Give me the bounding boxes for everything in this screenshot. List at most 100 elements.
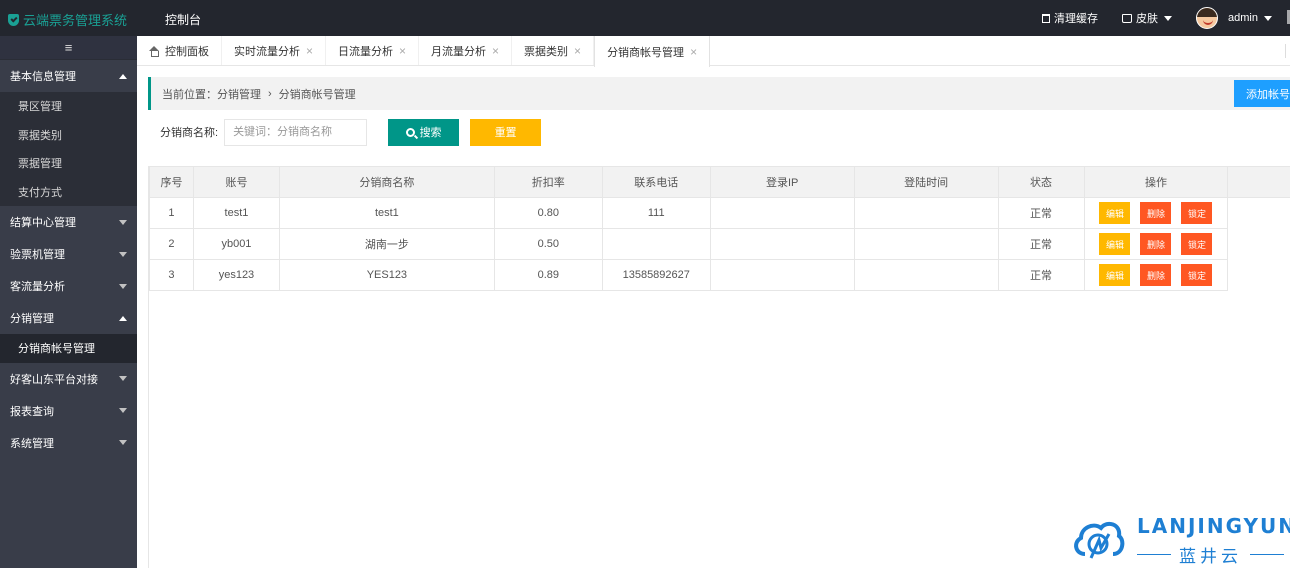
tab-label: 日流量分析	[338, 45, 394, 58]
lock-button[interactable]: 锁定	[1181, 202, 1213, 224]
username: admin	[1228, 12, 1258, 24]
distributor-table: 序号 账号 分销商名称 折扣率 联系电话 登录IP 登陆时间 状态 操作 1 t…	[149, 166, 1290, 291]
column-header: 登陆时间	[853, 166, 999, 198]
chevron-down-icon	[1264, 15, 1272, 21]
divider	[1250, 554, 1284, 555]
sidebar-item-distributor-accounts[interactable]: 分销商帐号管理	[0, 334, 137, 363]
user-menu[interactable]: admin	[1196, 7, 1272, 29]
cell-phone: 111	[601, 197, 711, 229]
sidebar-group-system[interactable]: 系统管理	[0, 427, 137, 459]
tab-daily-flow[interactable]: 日流量分析 ×	[326, 36, 420, 65]
sidebar-group-label: 好客山东平台对接	[10, 373, 98, 386]
lock-button[interactable]: 锁定	[1181, 233, 1213, 255]
tab-distributor-accounts[interactable]: 分销商帐号管理 ×	[594, 36, 711, 67]
sidebar-group-distribution[interactable]: 分销管理	[0, 302, 137, 334]
tab-label: 票据类别	[524, 45, 569, 58]
sidebar-group-basic-info[interactable]: 基本信息管理	[0, 60, 137, 92]
top-bar: 云端票务管理系统 控制台 清理缓存 皮肤 admin	[0, 0, 1290, 36]
edit-button[interactable]: 编辑	[1099, 233, 1131, 255]
chevron-up-icon	[119, 315, 127, 321]
column-header: 联系电话	[601, 166, 711, 198]
close-icon[interactable]: ×	[690, 45, 697, 59]
sidebar-item-payment[interactable]: 支付方式	[0, 177, 137, 206]
close-icon[interactable]: ×	[574, 44, 581, 58]
sidebar-group-reports[interactable]: 报表查询	[0, 395, 137, 427]
edit-button[interactable]: 编辑	[1099, 264, 1131, 286]
cell-status: 正常	[997, 197, 1085, 229]
tab-label: 分销商帐号管理	[607, 46, 685, 59]
column-header: 状态	[997, 166, 1085, 198]
table-row: 2 yb001 湖南一步 0.50 正常 编辑 删除 锁定	[149, 228, 1290, 260]
cell-discount: 0.80	[493, 197, 603, 229]
chevron-down-icon	[119, 408, 127, 413]
table-row: 1 test1 test1 0.80 111 正常 编辑 删除 锁定	[149, 197, 1290, 229]
cell-spacer	[1228, 229, 1290, 260]
sidebar-toggle[interactable]: ≡	[0, 36, 137, 60]
column-header: 序号	[149, 166, 194, 198]
skin-menu[interactable]: 皮肤	[1122, 10, 1173, 26]
delete-button[interactable]: 删除	[1140, 264, 1172, 286]
skin-label: 皮肤	[1136, 13, 1159, 25]
breadcrumb-parent[interactable]: 分销管理	[217, 86, 261, 102]
tab-label: 月流量分析	[431, 45, 487, 58]
tab-bar: 控制面板 实时流量分析 × 日流量分析 × 月流量分析 × 票据类别 × 分销商…	[137, 36, 1290, 67]
cell-discount: 0.89	[493, 259, 603, 291]
tab-realtime-flow[interactable]: 实时流量分析 ×	[222, 36, 327, 65]
cell-login-time	[853, 197, 999, 229]
sidebar-group-flow-analysis[interactable]: 客流量分析	[0, 270, 137, 302]
cell-actions: 编辑 删除 锁定	[1083, 259, 1229, 291]
sidebar-group-settlement[interactable]: 结算中心管理	[0, 206, 137, 238]
cell-no: 1	[149, 197, 194, 229]
shirt-icon	[1122, 13, 1133, 23]
cell-no: 2	[149, 228, 194, 260]
table-container: 序号 账号 分销商名称 折扣率 联系电话 登录IP 登陆时间 状态 操作 1 t…	[148, 166, 1290, 568]
delete-button[interactable]: 删除	[1140, 202, 1172, 224]
tab-monthly-flow[interactable]: 月流量分析 ×	[419, 36, 513, 65]
sidebar-item-ticket-category[interactable]: 票据类别	[0, 120, 137, 149]
sidebar-group-label: 客流量分析	[10, 281, 65, 293]
cell-login-time	[853, 259, 999, 291]
clear-cache-button[interactable]: 清理缓存	[1042, 10, 1098, 26]
home-icon	[149, 45, 159, 57]
sidebar-item-scenic[interactable]: 景区管理	[0, 92, 137, 121]
column-header: 折扣率	[493, 166, 603, 198]
search-form: 分销商名称: 搜索 重置	[160, 118, 542, 146]
close-icon[interactable]: ×	[306, 44, 313, 58]
table-row: 3 yes123 YES123 0.89 13585892627 正常 编辑 删…	[149, 259, 1290, 291]
sidebar-group-ticket-checker[interactable]: 验票机管理	[0, 238, 137, 270]
chevron-down-icon	[119, 440, 127, 445]
console-link[interactable]: 控制台	[165, 11, 201, 28]
chevron-down-icon	[119, 219, 127, 225]
trash-icon	[1042, 13, 1051, 23]
search-input[interactable]	[224, 118, 368, 146]
cell-account: test1	[192, 197, 280, 229]
tab-ticket-category[interactable]: 票据类别 ×	[512, 36, 595, 65]
clear-cache-label: 清理缓存	[1054, 13, 1099, 25]
search-button[interactable]: 搜索	[388, 118, 460, 146]
tab-label: 实时流量分析	[234, 45, 300, 58]
app-title: 云端票务管理系统	[23, 13, 128, 28]
column-header-spacer	[1227, 166, 1290, 198]
add-account-button[interactable]: 添加帐号	[1234, 80, 1290, 107]
cell-account: yb001	[192, 228, 280, 260]
chevron-down-icon	[119, 376, 127, 381]
cell-no: 3	[149, 259, 194, 291]
close-icon[interactable]: ×	[399, 44, 406, 58]
cell-phone	[601, 228, 711, 260]
tab-dashboard[interactable]: 控制面板	[137, 36, 222, 65]
delete-button[interactable]: 删除	[1140, 233, 1172, 255]
reset-button[interactable]: 重置	[470, 118, 542, 146]
cell-status: 正常	[997, 228, 1085, 260]
cell-status: 正常	[997, 259, 1085, 291]
lock-button[interactable]: 锁定	[1181, 264, 1213, 286]
top-right-menu: 清理缓存 皮肤 admin	[1018, 0, 1290, 36]
close-icon[interactable]: ×	[492, 44, 499, 58]
app-logo[interactable]: 云端票务管理系统	[8, 10, 127, 29]
search-label: 分销商名称:	[160, 127, 219, 139]
cell-name: 湖南一步	[278, 228, 495, 260]
sidebar-group-label: 结算中心管理	[10, 217, 76, 229]
cell-discount: 0.50	[493, 228, 603, 260]
edit-button[interactable]: 编辑	[1099, 202, 1131, 224]
sidebar-group-shandong-platform[interactable]: 好客山东平台对接	[0, 363, 137, 395]
sidebar-item-ticket-manage[interactable]: 票据管理	[0, 149, 137, 178]
